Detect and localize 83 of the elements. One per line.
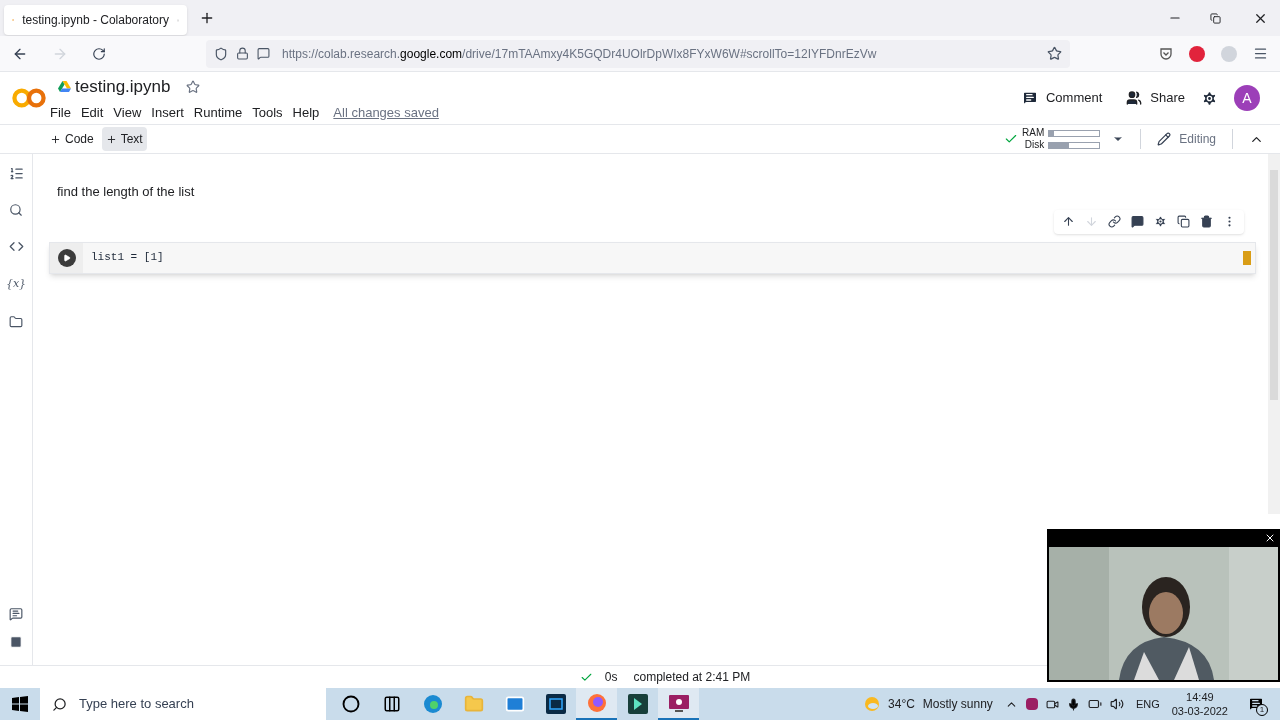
- mail-icon: [504, 694, 525, 714]
- run-button[interactable]: [57, 248, 76, 267]
- code-snippets-icon[interactable]: [8, 239, 24, 254]
- menu-item[interactable]: Runtime: [193, 102, 243, 122]
- url-text: https://colab.research.google.com/drive/17mTAAmxy4K5GQDr4UOlrDpWIx8FYxW6W#scrollTo=12IYFDnrEzVw: [282, 45, 877, 63]
- cursor-marker: [1243, 250, 1251, 265]
- pencil-icon: [1157, 132, 1172, 146]
- language-indicator[interactable]: ENG: [1135, 695, 1160, 713]
- fox-browser-logo-icon: [586, 693, 607, 713]
- new-tab-icon[interactable]: [199, 10, 215, 26]
- screen-recorder-icon: [667, 693, 690, 713]
- move-up-icon[interactable]: [1062, 215, 1075, 228]
- avatar[interactable]: A: [1234, 85, 1260, 111]
- menu-icon[interactable]: [1253, 46, 1268, 61]
- restore-icon[interactable]: [1210, 12, 1221, 24]
- task-view-icon: [382, 695, 401, 713]
- mirror-cell-icon[interactable]: [1177, 215, 1190, 228]
- circle-icon: [341, 695, 360, 713]
- browser-tab[interactable]: testing.ipynb - Colaboratory: [4, 5, 187, 35]
- weather-sun-icon: [864, 696, 881, 712]
- text-cell-text: find the length of the list: [56, 183, 196, 201]
- windows-logo-icon: [12, 696, 28, 712]
- menu-item[interactable]: File: [50, 102, 71, 122]
- search-icon[interactable]: [9, 203, 23, 217]
- microphone-icon[interactable]: [1066, 697, 1080, 711]
- temperature: 34°C: [888, 696, 915, 713]
- notebook-title[interactable]: testing.ipynb: [75, 74, 171, 100]
- bookmark-star-icon[interactable]: [1047, 46, 1062, 61]
- editing-button[interactable]: Editing: [1157, 130, 1216, 148]
- ram-label: RAM: [1022, 127, 1045, 139]
- menu-item[interactable]: View: [113, 102, 142, 122]
- settings-icon[interactable]: [1154, 215, 1167, 228]
- taskbar-app[interactable]: [658, 688, 699, 720]
- weather-text: Mostly sunny: [922, 696, 993, 713]
- image-editor-logo-icon: [545, 694, 566, 714]
- speaker-icon[interactable]: [1109, 697, 1124, 711]
- recorder-tray-icon[interactable]: [1025, 698, 1038, 710]
- folder-icon: [463, 694, 484, 714]
- disk-label: Disk: [1024, 139, 1045, 151]
- menu-item[interactable]: Help: [292, 102, 320, 122]
- settings-icon[interactable]: [1201, 89, 1218, 107]
- people-icon: [1126, 90, 1143, 106]
- run-duration: 0s: [604, 669, 618, 686]
- lock-icon: [236, 47, 249, 60]
- shield-icon: [214, 46, 228, 61]
- adblock-extension-icon[interactable]: [1189, 45, 1205, 62]
- link-icon[interactable]: [1108, 215, 1121, 228]
- check-icon: [1004, 132, 1019, 146]
- status-message: completed at 2:41 PM: [633, 669, 751, 686]
- address-bar[interactable]: https://colab.research.google.com/drive/17mTAAmxy4K5GQDr4UOlrDpWIx8FYxW6W#scrollTo=12IYFDnrEzVw: [206, 39, 1070, 68]
- table-of-contents-icon[interactable]: [8, 166, 24, 181]
- pocket-icon[interactable]: [1159, 46, 1173, 61]
- folder-icon[interactable]: [9, 314, 23, 329]
- comment-icon: [1021, 90, 1038, 106]
- plus-icon: [50, 133, 61, 145]
- delete-icon[interactable]: [1200, 215, 1213, 228]
- code-line[interactable]: list1 = [1]: [91, 249, 164, 266]
- menu-item[interactable]: Insert: [151, 102, 184, 122]
- reload-icon[interactable]: [92, 46, 106, 61]
- notification-count: 1: [1256, 704, 1268, 716]
- menu-item[interactable]: Tools: [252, 102, 283, 122]
- comment-button[interactable]: Comment: [1021, 88, 1103, 108]
- search-icon: [52, 696, 67, 712]
- permissions-icon: [257, 47, 270, 60]
- play-icon: [62, 253, 71, 262]
- tab-title: testing.ipynb - Colaboratory: [22, 12, 169, 29]
- share-button[interactable]: Share: [1126, 88, 1185, 108]
- video-editor-logo-icon: [627, 694, 648, 714]
- taskbar-search-field[interactable]: Type here to search: [40, 688, 326, 720]
- plus-icon: [105, 133, 117, 145]
- command-palette-icon[interactable]: [9, 607, 23, 621]
- comment-icon[interactable]: [1131, 215, 1144, 228]
- add-text-button[interactable]: Text: [101, 127, 147, 151]
- menu-item[interactable]: Edit: [80, 102, 104, 122]
- star-icon[interactable]: [186, 79, 201, 94]
- battery-icon[interactable]: [1087, 697, 1102, 711]
- variables-icon[interactable]: {x}: [5, 276, 27, 293]
- add-code-button[interactable]: Code: [46, 127, 98, 151]
- save-status-link[interactable]: All changes saved: [333, 102, 439, 122]
- clock[interactable]: 14:49 03-03-2022: [1171, 690, 1228, 718]
- notifications-icon[interactable]: [1248, 696, 1264, 712]
- browser-logo-icon: [422, 694, 443, 714]
- drive-icon: [58, 81, 71, 93]
